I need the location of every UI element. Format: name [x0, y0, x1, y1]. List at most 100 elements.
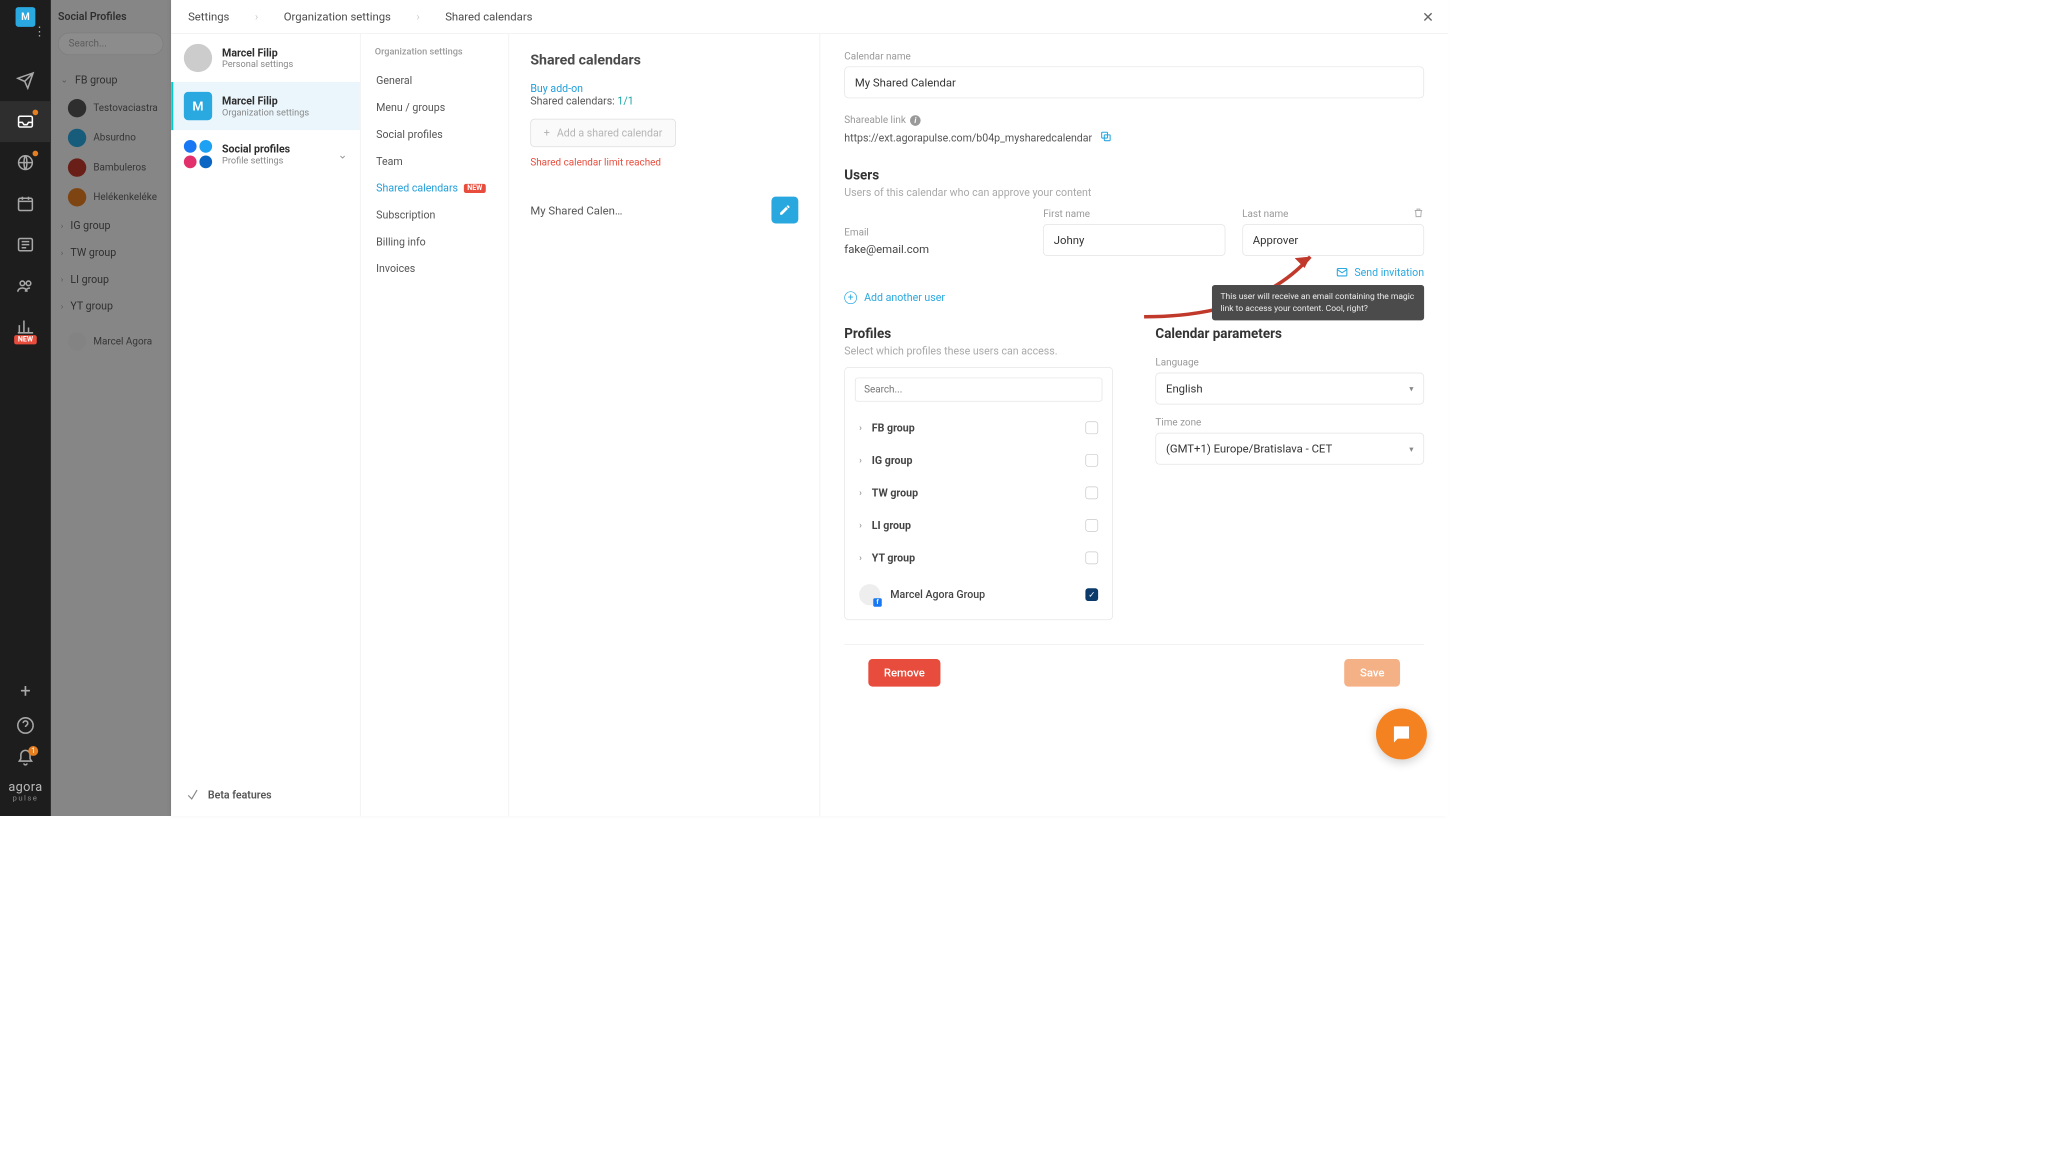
account-social[interactable]: Social profilesProfile settings ⌄: [171, 130, 360, 178]
email-label: Email: [844, 227, 1026, 238]
calendar-icon[interactable]: [0, 183, 51, 224]
profile-item: Testovaciastra: [58, 93, 163, 123]
language-label: Language: [1155, 357, 1424, 368]
first-name-label: First name: [1043, 209, 1225, 220]
list-title: Shared calendars: [530, 51, 798, 68]
profile-group-li[interactable]: ›LI group: [845, 509, 1112, 542]
close-icon[interactable]: ✕: [1422, 8, 1434, 25]
kebab-icon[interactable]: ⋮: [33, 24, 46, 39]
group-yt[interactable]: ›YT group: [58, 293, 163, 320]
profile-item: Bambuleros: [58, 153, 163, 183]
account-personal[interactable]: Marcel FilipPersonal settings: [171, 34, 360, 82]
nav-social-profiles[interactable]: Social profiles: [368, 121, 502, 148]
social-profiles-panel: Social Profiles Search... ⌄FB group Test…: [51, 0, 171, 816]
new-badge: NEW: [464, 183, 486, 192]
params-title: Calendar parameters: [1155, 325, 1424, 341]
edit-icon[interactable]: [771, 197, 798, 224]
profile-group-fb[interactable]: ›FB group: [845, 412, 1112, 445]
agorapulse-logo: agorapulse: [8, 781, 42, 802]
inbox-icon[interactable]: [0, 101, 51, 142]
checkbox[interactable]: [1085, 552, 1098, 565]
calendar-count: 1/1: [617, 95, 633, 108]
nav-billing[interactable]: Billing info: [368, 228, 502, 255]
settings-panel: Settings › Organization settings › Share…: [171, 0, 1448, 816]
profiles-list: ›FB group ›IG group ›TW group ›LI group …: [844, 367, 1113, 620]
last-name-label: Last name: [1242, 209, 1424, 220]
last-name-input[interactable]: [1242, 224, 1424, 256]
avatar: [859, 584, 880, 605]
checkbox[interactable]: [1085, 421, 1098, 434]
share-link-label: Shareable link i: [844, 115, 920, 126]
help-icon[interactable]: [0, 716, 51, 734]
info-icon[interactable]: i: [910, 115, 921, 126]
users-desc: Users of this calendar who can approve y…: [844, 186, 1424, 199]
bell-icon[interactable]: 1: [0, 749, 51, 767]
calendar-name-label: Calendar name: [844, 51, 1424, 62]
nav-team[interactable]: Team: [368, 148, 502, 175]
add-calendar-button: +Add a shared calendar: [530, 119, 675, 147]
chevron-down-icon: ▾: [1409, 384, 1413, 394]
chevron-down-icon[interactable]: ⌄: [338, 147, 347, 160]
crumb-shared[interactable]: Shared calendars: [445, 10, 532, 23]
nav-invoices[interactable]: Invoices: [368, 255, 502, 282]
calendar-form: Calendar name Shareable link i https://e…: [820, 34, 1448, 816]
group-li[interactable]: ›LI group: [58, 266, 163, 293]
social-search[interactable]: Search...: [58, 33, 163, 56]
nav-subscription[interactable]: Subscription: [368, 202, 502, 229]
limit-warning: Shared calendar limit reached: [530, 157, 798, 168]
shared-calendars-list: Shared calendars Buy add-on Shared calen…: [509, 34, 820, 816]
chevron-right-icon: ›: [416, 10, 419, 23]
group-ig[interactable]: ›IG group: [58, 212, 163, 239]
profile-item: Helékenkeléke: [58, 182, 163, 212]
share-url: https://ext.agorapulse.com/b04p_myshared…: [844, 132, 1092, 145]
nav-general[interactable]: General: [368, 67, 502, 94]
org-nav-title: Organization settings: [375, 47, 494, 58]
checkbox[interactable]: ✓: [1085, 588, 1098, 601]
calendar-name-input[interactable]: [844, 66, 1424, 98]
email-value: fake@email.com: [844, 243, 1026, 256]
checkbox[interactable]: [1085, 519, 1098, 532]
plus-circle-icon: +: [844, 291, 857, 304]
remove-button[interactable]: Remove: [868, 659, 940, 687]
intercom-fab[interactable]: [1376, 709, 1427, 760]
schedule-icon[interactable]: [0, 224, 51, 265]
profile-group-yt[interactable]: ›YT group: [845, 542, 1112, 575]
copy-icon[interactable]: [1099, 130, 1112, 146]
checkbox[interactable]: [1085, 486, 1098, 499]
send-invitation-link[interactable]: Send invitation: [844, 266, 1424, 279]
reports-icon[interactable]: NEW: [0, 306, 51, 347]
new-badge: NEW: [14, 335, 36, 344]
profile-group-ig[interactable]: ›IG group: [845, 444, 1112, 477]
chevron-down-icon: ▾: [1409, 444, 1413, 454]
profile-agora[interactable]: Marcel Agora Group✓: [845, 574, 1112, 615]
crumb-org[interactable]: Organization settings: [284, 10, 391, 23]
users-title: Users: [844, 167, 1424, 183]
crumb-settings[interactable]: Settings: [188, 10, 229, 23]
listening-icon[interactable]: [0, 142, 51, 183]
form-footer: Remove Save: [844, 644, 1424, 701]
bell-count: 1: [28, 746, 38, 756]
timezone-select[interactable]: (GMT+1) Europe/Bratislava - CET▾: [1155, 433, 1424, 465]
group-fb[interactable]: ⌄FB group: [58, 66, 163, 93]
checkbox[interactable]: [1085, 454, 1098, 467]
profiles-title: Profiles: [844, 325, 1113, 341]
nav-menu-groups[interactable]: Menu / groups: [368, 94, 502, 121]
first-name-input[interactable]: [1043, 224, 1225, 256]
profiles-search[interactable]: [855, 378, 1102, 402]
plus-icon[interactable]: +: [20, 681, 30, 702]
app-rail: M ⋮ NEW +: [0, 0, 51, 816]
nav-shared-calendars[interactable]: Shared calendarsNEW: [368, 175, 502, 202]
beta-features[interactable]: Beta features: [171, 774, 360, 816]
group-tw[interactable]: ›TW group: [58, 239, 163, 266]
trash-icon[interactable]: [1413, 207, 1424, 221]
breadcrumb: Settings › Organization settings › Share…: [171, 0, 1448, 34]
fans-icon[interactable]: [0, 265, 51, 306]
publish-icon[interactable]: [0, 60, 51, 101]
account-org[interactable]: M Marcel FilipOrganization settings: [171, 82, 360, 130]
profile-group-tw[interactable]: ›TW group: [845, 477, 1112, 510]
buy-addon-link[interactable]: Buy add-on: [530, 82, 798, 95]
calendar-row[interactable]: My Shared Calen…: [530, 197, 798, 224]
language-select[interactable]: English▾: [1155, 373, 1424, 405]
panel-title: Social Profiles: [58, 10, 163, 23]
save-button[interactable]: Save: [1344, 659, 1400, 687]
